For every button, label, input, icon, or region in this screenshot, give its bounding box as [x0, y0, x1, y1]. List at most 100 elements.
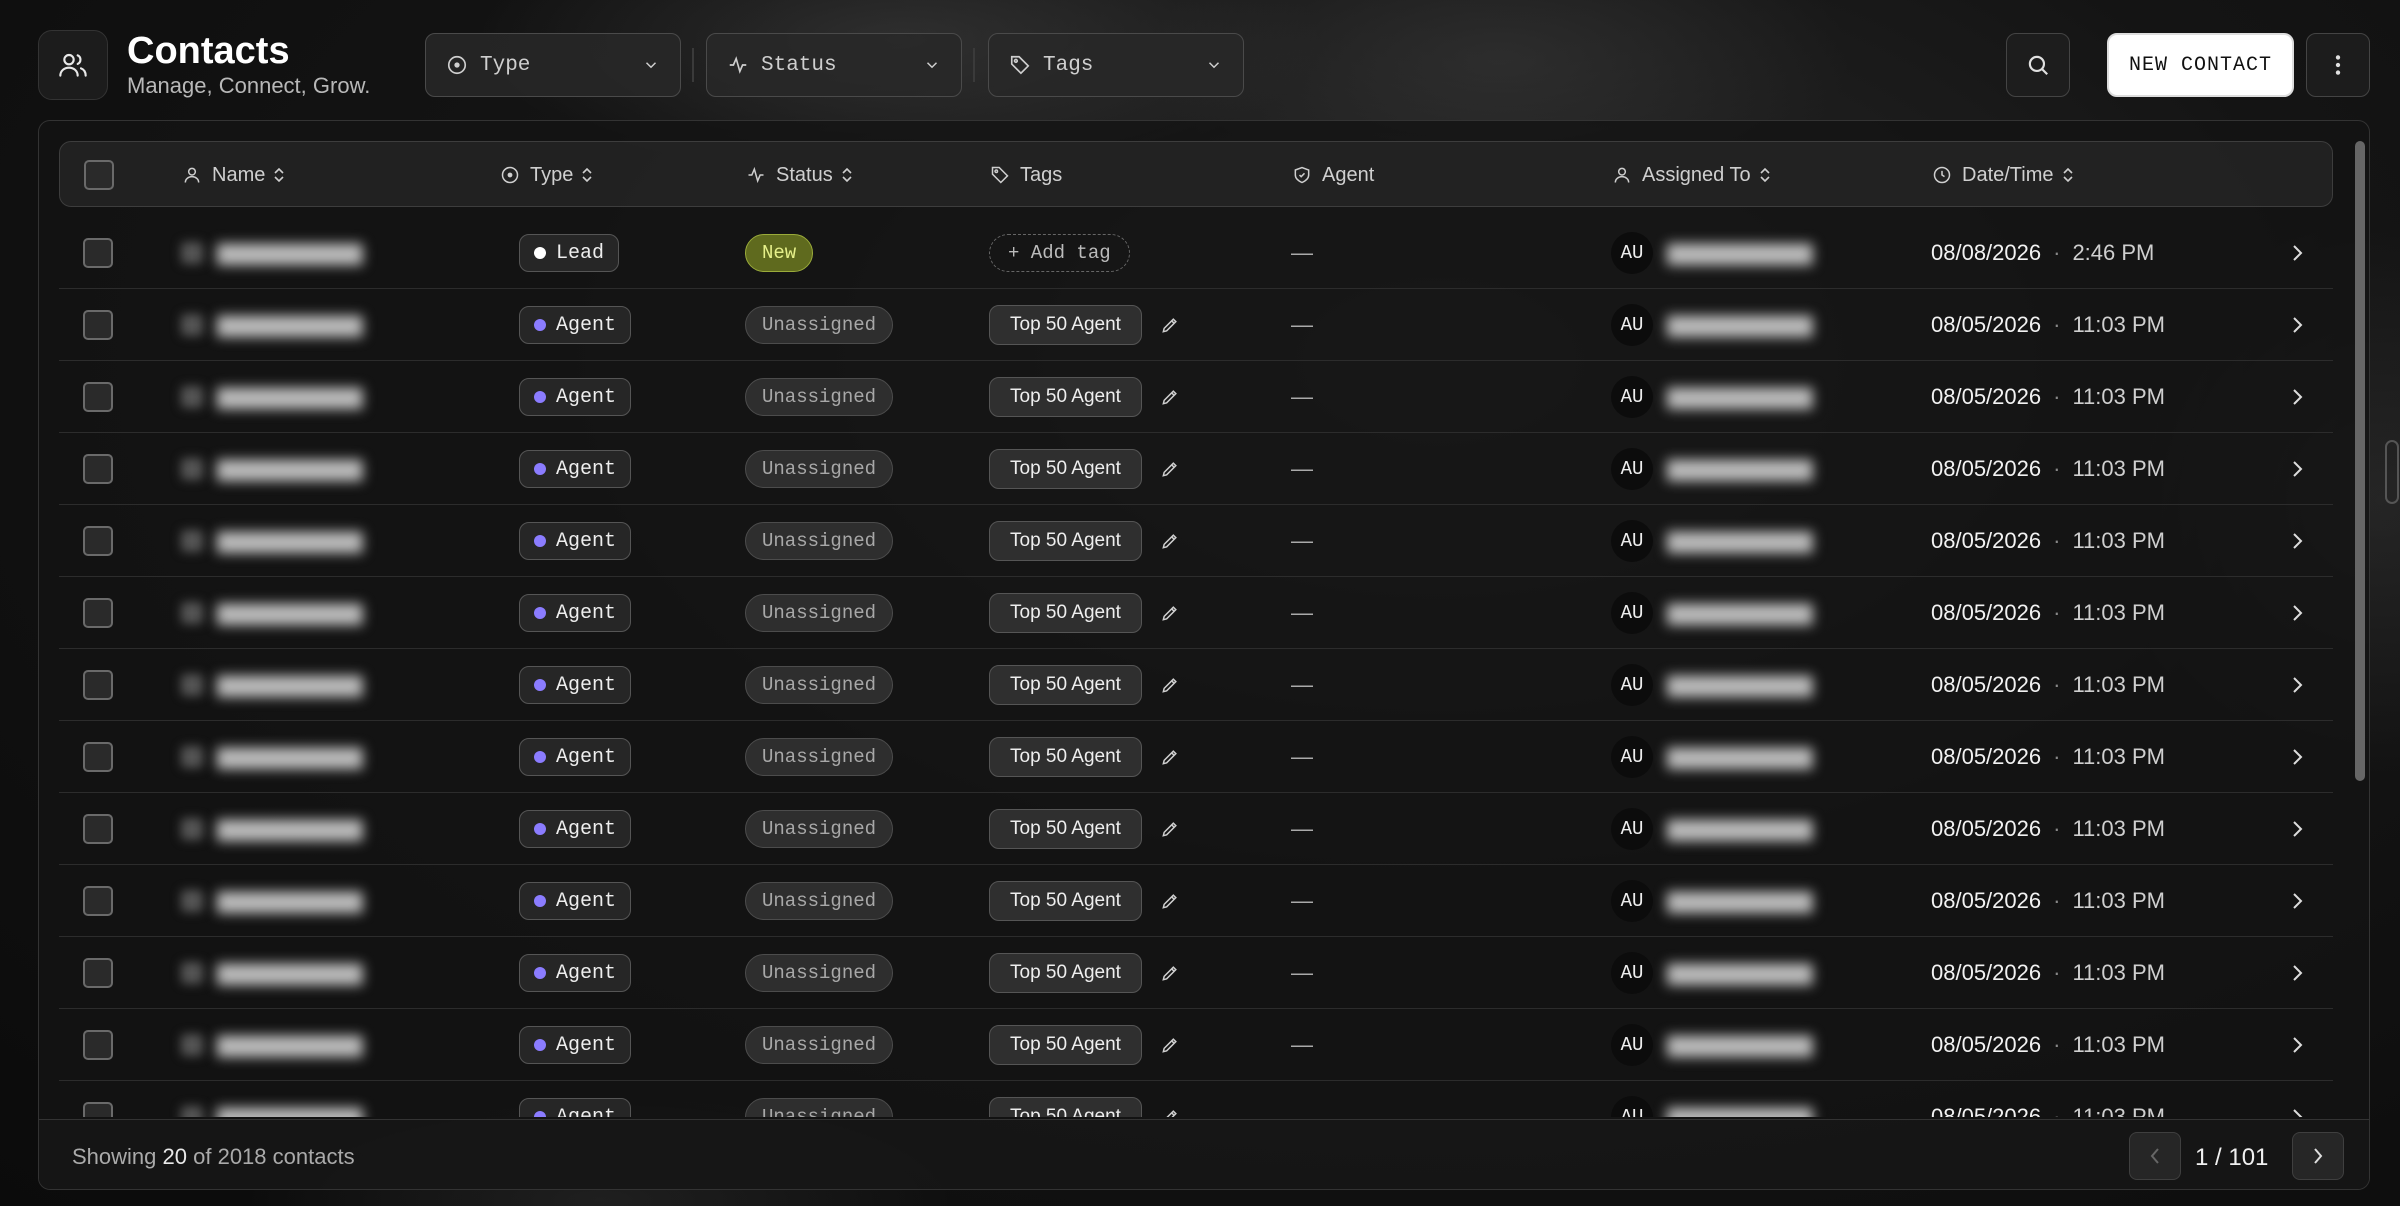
edit-tags-icon[interactable] [1160, 891, 1180, 911]
agent-cell: — [1291, 577, 1313, 649]
table-row[interactable]: ▇▇▇▇▇▇▇▇▇ Agent Unassigned Top 50 Agent … [59, 505, 2333, 577]
edit-tags-icon[interactable] [1160, 531, 1180, 551]
row-open-cell[interactable] [2289, 1081, 2305, 1117]
date-time-cell: 08/05/2026 · 11:03 PM [1931, 937, 2165, 1009]
row-checkbox[interactable] [83, 1102, 113, 1117]
status-filter-dropdown[interactable]: Status [706, 33, 962, 97]
row-open-cell[interactable] [2289, 649, 2305, 721]
row-checkbox[interactable] [83, 814, 113, 844]
row-open-cell[interactable] [2289, 721, 2305, 793]
table-row[interactable]: ▇▇▇▇▇▇▇▇▇ Agent Unassigned Top 50 Agent … [59, 1009, 2333, 1081]
table-scrollbar[interactable] [2355, 141, 2365, 781]
row-checkbox[interactable] [83, 886, 113, 916]
column-header-assigned-to[interactable]: Assigned To [1612, 142, 1771, 208]
type-filter-dropdown[interactable]: Type [425, 33, 681, 97]
row-checkbox[interactable] [83, 382, 113, 412]
type-cell: Agent [519, 361, 632, 433]
date-value: 08/05/2026 [1931, 816, 2042, 841]
table-row[interactable]: ▇▇▇▇▇▇▇▇▇ Agent Unassigned Top 50 Agent … [59, 937, 2333, 1009]
row-open-cell[interactable] [2289, 1009, 2305, 1081]
search-button[interactable] [2006, 33, 2070, 97]
edit-tags-icon[interactable] [1160, 387, 1180, 407]
contact-name-redacted: ▇▇▇▇▇▇▇▇▇ [217, 529, 363, 553]
row-checkbox[interactable] [83, 598, 113, 628]
assigned-to-cell: AU ▇▇▇▇▇▇▇▇▇ [1611, 721, 1812, 793]
date-time-cell: 08/05/2026 · 11:03 PM [1931, 721, 2165, 793]
row-open-cell[interactable] [2289, 937, 2305, 1009]
table-row[interactable]: ▇▇▇▇▇▇▇▇▇ Agent Unassigned Top 50 Agent … [59, 433, 2333, 505]
edit-tags-icon[interactable] [1160, 315, 1180, 335]
table-row[interactable]: ▇▇▇▇▇▇▇▇▇ Agent Unassigned Top 50 Agent … [59, 289, 2333, 361]
table-row[interactable]: ▇▇▇▇▇▇▇▇▇ Agent Unassigned Top 50 Agent … [59, 361, 2333, 433]
previous-page-button[interactable] [2129, 1132, 2181, 1180]
edit-tags-icon[interactable] [1160, 963, 1180, 983]
row-checkbox[interactable] [83, 454, 113, 484]
table-row[interactable]: ▇▇▇▇▇▇▇▇▇ Agent Unassigned Top 50 Agent … [59, 577, 2333, 649]
time-value: 11:03 PM [2072, 312, 2165, 337]
date-value: 08/05/2026 [1931, 312, 2042, 337]
row-checkbox[interactable] [83, 742, 113, 772]
edit-tags-icon[interactable] [1160, 1035, 1180, 1055]
more-options-button[interactable] [2306, 33, 2370, 97]
type-cell: Agent [519, 793, 632, 865]
status-badge: Unassigned [745, 810, 894, 848]
table-row[interactable]: ▇▇▇▇▇▇▇▇▇ Agent Unassigned Top 50 Agent … [59, 793, 2333, 865]
row-checkbox[interactable] [83, 526, 113, 556]
date-value: 08/08/2026 [1931, 240, 2042, 265]
column-header-type[interactable]: Type [500, 142, 593, 208]
row-checkbox[interactable] [83, 1030, 113, 1060]
column-header-name[interactable]: Name [182, 142, 285, 208]
table-row[interactable]: ▇▇▇▇▇▇▇▇▇ Agent Unassigned Top 50 Agent … [59, 865, 2333, 937]
more-vertical-icon [2335, 55, 2341, 75]
row-checkbox[interactable] [83, 670, 113, 700]
edit-tags-icon[interactable] [1160, 819, 1180, 839]
window-scroll-handle[interactable] [2385, 440, 2399, 504]
add-tag-button[interactable]: + Add tag [989, 234, 1130, 272]
edit-tags-icon[interactable] [1160, 747, 1180, 767]
next-page-button[interactable] [2292, 1132, 2344, 1180]
date-time-separator: · [2053, 1032, 2061, 1057]
column-header-status[interactable]: Status [746, 142, 853, 208]
row-checkbox[interactable] [83, 238, 113, 268]
select-all-checkbox[interactable] [84, 160, 114, 190]
row-checkbox[interactable] [83, 310, 113, 340]
contact-name-cell: ▇▇▇▇▇▇▇▇▇ [181, 793, 362, 865]
assignee-name-redacted: ▇▇▇▇▇▇▇▇▇ [1667, 241, 1813, 265]
row-open-cell[interactable] [2289, 361, 2305, 433]
table-row[interactable]: ▇▇▇▇▇▇▇▇▇ Agent Unassigned Top 50 Agent … [59, 649, 2333, 721]
edit-tags-icon[interactable] [1160, 675, 1180, 695]
row-open-cell[interactable] [2289, 433, 2305, 505]
contact-avatar [181, 890, 203, 912]
chevron-right-icon [2293, 821, 2303, 837]
time-value: 11:03 PM [2072, 672, 2165, 697]
column-header-agent-label: Agent [1322, 163, 1375, 186]
edit-tags-icon[interactable] [1160, 459, 1180, 479]
table-row[interactable]: ▇▇▇▇▇▇▇▇▇ Lead New + Add tag — AU ▇▇▇▇▇▇… [59, 217, 2333, 289]
edit-tags-icon[interactable] [1160, 603, 1180, 623]
activity-icon [748, 166, 764, 184]
table-row[interactable]: ▇▇▇▇▇▇▇▇▇ Agent Unassigned Top 50 Agent … [59, 1081, 2333, 1117]
new-contact-button[interactable]: NEW CONTACT [2107, 33, 2294, 97]
row-open-cell[interactable] [2289, 577, 2305, 649]
contact-name-cell: ▇▇▇▇▇▇▇▇▇ [181, 433, 362, 505]
chevron-right-icon [2293, 677, 2303, 693]
date-time-cell: 08/05/2026 · 11:03 PM [1931, 793, 2165, 865]
row-open-cell[interactable] [2289, 505, 2305, 577]
tag-chip: Top 50 Agent [989, 449, 1142, 489]
agent-cell: — [1291, 289, 1313, 361]
row-open-cell[interactable] [2289, 793, 2305, 865]
tags-filter-dropdown[interactable]: Tags [988, 33, 1244, 97]
type-cell: Lead [519, 217, 620, 289]
column-header-date-time[interactable]: Date/Time [1932, 142, 2074, 208]
row-open-cell[interactable] [2289, 289, 2305, 361]
badge-icon [1294, 166, 1310, 184]
sort-icon [1760, 167, 1770, 183]
chevron-right-icon [2293, 893, 2303, 909]
row-open-cell[interactable] [2289, 217, 2305, 289]
table-row[interactable]: ▇▇▇▇▇▇▇▇▇ Agent Unassigned Top 50 Agent … [59, 721, 2333, 793]
edit-tags-icon[interactable] [1160, 1107, 1180, 1117]
row-open-cell[interactable] [2289, 865, 2305, 937]
row-checkbox[interactable] [83, 958, 113, 988]
contact-name-redacted: ▇▇▇▇▇▇▇▇▇ [217, 961, 363, 985]
date-time-separator: · [2053, 600, 2061, 625]
